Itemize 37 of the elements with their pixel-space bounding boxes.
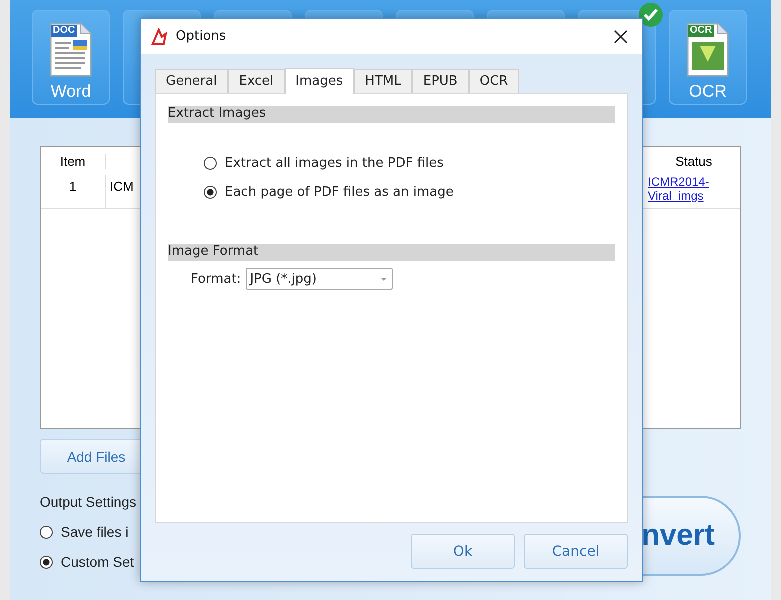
section-header: Image Format [168, 244, 615, 261]
radio-button[interactable] [40, 526, 53, 538]
radio-button[interactable] [204, 157, 217, 170]
column-header: Status [674, 154, 714, 168]
file-type-label: OCR [688, 25, 714, 37]
column-header: Item [41, 154, 106, 168]
format-dropdown[interactable]: JPG (*.jpg) [246, 268, 394, 290]
toolbar-label: OCR [689, 82, 727, 102]
toolbar-button[interactable]: DOC Word [32, 10, 110, 105]
radio-button[interactable] [40, 556, 53, 568]
toolbar-label: Word [50, 82, 92, 102]
table-cell: 1 [41, 175, 106, 208]
dialog-button[interactable]: Cancel [524, 534, 628, 569]
status-link[interactable]: ICMR2014-Viral_imgs [648, 175, 740, 203]
tab[interactable]: Excel [228, 69, 285, 93]
radio-label: Custom Set [61, 554, 134, 570]
dialog-button[interactable]: Ok [411, 534, 515, 569]
section-header: Extract Images [168, 106, 615, 123]
radio-label: Save files i [61, 524, 129, 540]
document-icon [49, 22, 93, 78]
tab[interactable]: OCR [468, 69, 520, 93]
output-settings-label: Output Settings [40, 494, 137, 510]
tab[interactable]: HTML [354, 69, 412, 93]
dialog-title: Options [176, 29, 228, 44]
image-document-icon [686, 22, 730, 78]
radio-label: Each page of PDF files as an image [225, 185, 454, 200]
tab[interactable]: General [155, 69, 228, 93]
file-type-label: DOC [51, 25, 78, 37]
close-icon[interactable] [614, 30, 628, 44]
toolbar-button[interactable]: OCR OCR [669, 10, 747, 105]
format-label: Format: [191, 272, 242, 286]
radio-button[interactable] [204, 186, 217, 199]
table-cell: ICM [110, 179, 134, 194]
tab[interactable]: Images [284, 68, 354, 94]
app-logo-icon [150, 28, 168, 46]
radio-label: Extract all images in the PDF files [225, 156, 444, 171]
tab[interactable]: EPUB [412, 69, 469, 93]
